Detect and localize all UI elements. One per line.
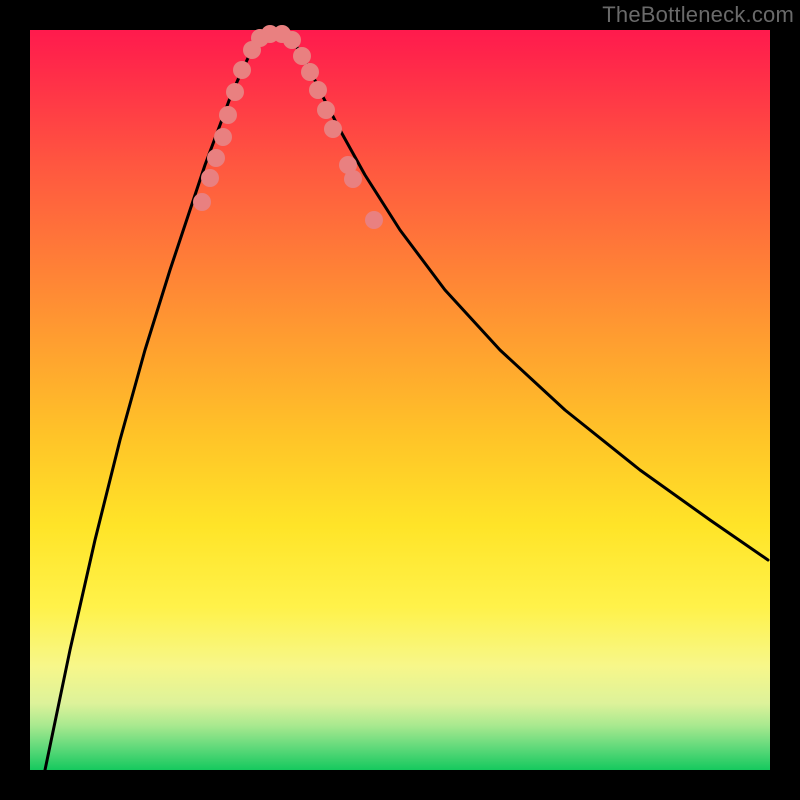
plot-area (30, 30, 770, 770)
right-marker (309, 81, 327, 99)
right-marker (324, 120, 342, 138)
left-marker (226, 83, 244, 101)
right-marker (317, 101, 335, 119)
right-marker (344, 170, 362, 188)
right-marker (293, 47, 311, 65)
left-marker (201, 169, 219, 187)
curve-left-curve (45, 32, 270, 770)
bottom-marker (283, 31, 301, 49)
left-marker (233, 61, 251, 79)
chart-svg (30, 30, 770, 770)
left-marker (193, 193, 211, 211)
chart-frame: TheBottleneck.com (0, 0, 800, 800)
left-marker (207, 149, 225, 167)
right-marker (365, 211, 383, 229)
curve-group (45, 32, 768, 770)
right-marker (301, 63, 319, 81)
marker-group (193, 25, 383, 229)
watermark-text: TheBottleneck.com (602, 2, 794, 28)
left-marker (214, 128, 232, 146)
curve-right-curve (285, 32, 768, 560)
left-marker (219, 106, 237, 124)
